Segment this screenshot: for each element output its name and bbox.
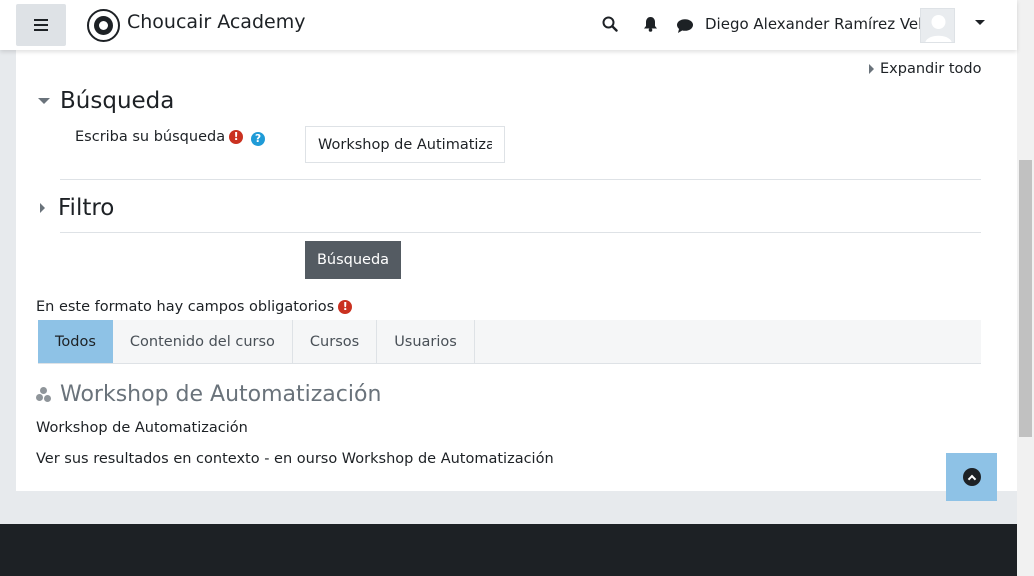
help-icon[interactable]: ? <box>251 132 265 146</box>
bell-icon[interactable] <box>640 14 660 34</box>
filter-section-header[interactable]: Filtro <box>40 195 114 221</box>
search-icon[interactable] <box>600 14 620 34</box>
result-item: Workshop de Automatización <box>36 382 381 407</box>
expand-all-link[interactable]: Expandir todo <box>869 61 981 77</box>
chevron-right-icon <box>40 203 45 213</box>
chevron-up-icon <box>962 468 981 486</box>
menu-toggle-button[interactable] <box>16 4 66 46</box>
search-input[interactable] <box>305 126 505 163</box>
tab-todos[interactable]: Todos <box>38 320 113 363</box>
caret-down-icon[interactable] <box>975 20 985 25</box>
search-label-text: Escriba su búsqueda <box>75 129 226 145</box>
search-submit-button[interactable]: Búsqueda <box>305 241 401 279</box>
divider <box>60 232 981 233</box>
required-note: En este formato hay campos obligatorios! <box>36 299 353 315</box>
back-to-top-button[interactable] <box>946 453 997 501</box>
tab-usuarios[interactable]: Usuarios <box>377 320 475 363</box>
user-name[interactable]: Diego Alexander Ramírez Vela <box>705 15 932 33</box>
filter-section-title: Filtro <box>58 195 115 221</box>
result-subtitle: Workshop de Automatización <box>36 420 248 436</box>
search-section-header[interactable]: Búsqueda <box>38 88 174 114</box>
site-brand[interactable]: Choucair Academy <box>127 11 305 33</box>
expand-all-label: Expandir todo <box>880 61 982 77</box>
search-section-title: Búsqueda <box>60 88 175 114</box>
top-navbar: Choucair Academy Diego Alexander Ramírez… <box>0 0 1017 50</box>
search-tabs: Todos Contenido del curso Cursos Usuario… <box>38 320 981 364</box>
avatar-icon <box>925 15 952 42</box>
menu-icon <box>34 19 48 31</box>
tab-contenido-del-curso[interactable]: Contenido del curso <box>113 320 293 363</box>
required-icon: ! <box>229 130 244 144</box>
result-title-link[interactable]: Workshop de Automatización <box>60 382 381 407</box>
chat-icon[interactable] <box>675 16 695 36</box>
required-note-text: En este formato hay campos obligatorios <box>36 299 335 315</box>
chevron-right-icon <box>869 64 874 74</box>
chevron-down-icon <box>38 98 50 104</box>
required-icon: ! <box>338 300 353 314</box>
scrollbar[interactable] <box>1017 0 1034 576</box>
tab-cursos[interactable]: Cursos <box>293 320 378 363</box>
course-icon <box>36 386 52 403</box>
avatar[interactable] <box>920 8 955 43</box>
result-context-link[interactable]: Ver sus resultados en contexto - en ours… <box>36 451 554 467</box>
search-field-label: Escriba su búsqueda! <box>75 129 244 145</box>
logo-icon[interactable] <box>87 9 120 42</box>
scrollbar-thumb[interactable] <box>1019 160 1032 437</box>
divider <box>60 179 981 180</box>
page-footer <box>0 524 1017 576</box>
